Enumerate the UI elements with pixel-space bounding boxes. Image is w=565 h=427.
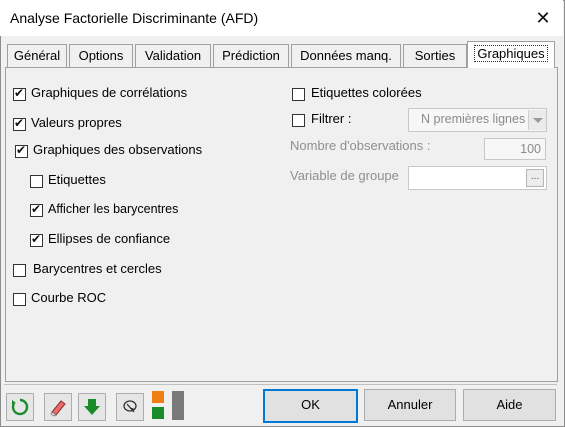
charts-panel: Graphiques de corrélations Valeurs propr… [5,67,558,382]
barycenters-label: Afficher les barycentres [48,202,179,216]
ellipses-label: Ellipses de confiance [48,231,171,246]
labels-label: Etiquettes [48,172,106,187]
barycenters-checkbox[interactable] [30,202,43,217]
observations-checkbox[interactable] [15,143,28,158]
correlations-checkbox[interactable] [13,86,26,101]
filter-label: Filtrer : [311,111,352,126]
reset-button[interactable] [6,393,34,421]
window-title: Analyse Factorielle Discriminante (AFD) [10,10,259,26]
eraser-icon [50,400,66,417]
observations-label: Graphiques des observations [33,142,203,157]
layout-button[interactable] [152,391,188,421]
select-button[interactable] [116,393,144,421]
reset-icon [11,398,29,416]
help-button[interactable]: Aide [463,389,556,421]
colored-labels-label: Etiquettes colorées [311,85,422,100]
colored-labels-checkbox[interactable] [292,88,305,101]
filter-select[interactable]: N premières lignes [408,108,547,132]
close-icon[interactable]: ✕ [530,6,556,30]
tab-outputs[interactable]: Sorties [403,44,467,67]
eigenvalues-checkbox[interactable] [13,116,26,131]
labels-checkbox[interactable] [30,175,43,188]
ok-button[interactable]: OK [263,389,358,423]
download-arrow-icon [84,399,100,415]
correlations-label: Graphiques de corrélations [31,85,188,100]
tab-general[interactable]: Général [7,44,67,67]
cancel-button[interactable]: Annuler [364,389,456,421]
eraser-button[interactable] [44,393,72,421]
footer-separator [4,384,557,385]
filter-select-value: N premières lignes [421,112,526,126]
barycenters-circles-label: Barycentres et cercles [33,261,162,276]
tab-missing-data[interactable]: Données manq. [291,44,401,67]
tab-prediction[interactable]: Prédiction [213,44,289,67]
eigenvalues-label: Valeurs propres [31,115,122,130]
layout-color-icon [152,391,164,403]
title-bar: Analyse Factorielle Discriminante (AFD) … [0,0,563,36]
ellipses-checkbox[interactable] [30,232,43,247]
barycenters-circles-checkbox[interactable] [13,264,26,277]
group-var-browse-button[interactable]: ... [526,169,544,187]
roc-label: Courbe ROC [31,290,107,305]
download-button[interactable] [78,393,106,421]
filter-checkbox[interactable] [292,114,305,127]
group-var-label: Variable de groupe [290,168,399,183]
cursor-select-icon [123,400,137,413]
roc-checkbox[interactable] [13,293,26,306]
chevron-down-icon[interactable] [528,110,546,130]
num-obs-label: Nombre d'observations : [290,138,431,153]
tab-validation[interactable]: Validation [135,44,211,67]
group-var-input[interactable]: ... [408,166,547,190]
tab-charts[interactable]: Graphiques [467,41,555,68]
num-obs-input[interactable]: 100 [484,138,546,160]
tab-options[interactable]: Options [69,44,133,67]
